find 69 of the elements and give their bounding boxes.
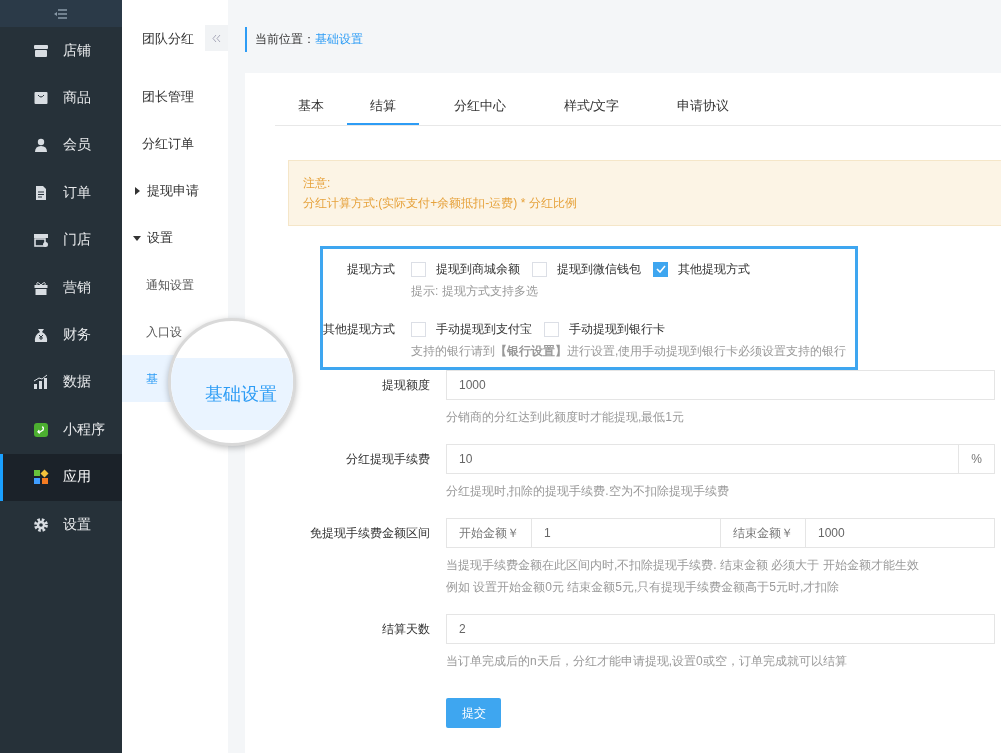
field-label: 免提现手续费金额区间 <box>309 525 431 542</box>
collapse-icon[interactable] <box>54 8 68 19</box>
help-text: 例如 设置开始金额0元 结束金额5元,只有提现手续费金额高于5元时,才扣除 <box>446 579 841 596</box>
document-icon <box>33 184 49 201</box>
blocks-icon <box>33 469 49 486</box>
sidebar-item[interactable]: 门店 <box>0 216 122 264</box>
input-field[interactable]: 2 <box>446 614 995 644</box>
checkbox-label: 手动提现到支付宝 <box>436 320 532 338</box>
field-label: 其他提现方式 <box>322 321 396 338</box>
range-input[interactable]: 开始金额￥ 1 结束金额￥ 1000 <box>446 518 995 548</box>
gift-icon <box>33 279 49 296</box>
checkbox-label: 提现到商城余额 <box>436 260 520 278</box>
help-text: 当订单完成后的n天后，分红才能申请提现,设置0或空，订单完成就可以结算 <box>446 653 848 670</box>
help-text: 分销商的分红达到此额度时才能提现,最低1元 <box>446 409 685 426</box>
subnav-item[interactable]: 团长管理 <box>122 73 228 120</box>
person-icon <box>33 137 49 154</box>
checkbox-label: 手动提现到银行卡 <box>569 320 665 338</box>
sidebar-item[interactable]: 会员 <box>0 121 122 170</box>
start-value: 1 <box>543 526 552 540</box>
sidebar-item[interactable]: 商品 <box>0 74 122 122</box>
money-bag-icon <box>33 327 49 344</box>
field-label: 提现额度 <box>381 377 431 394</box>
end-value: 1000 <box>817 526 846 540</box>
collapse-button[interactable] <box>205 25 228 51</box>
breadcrumb-label: 当前位置： <box>255 31 315 48</box>
input-field[interactable]: 1000 <box>446 370 995 400</box>
sidebar-item[interactable]: 财务 <box>0 311 122 359</box>
double-chevron-icon <box>212 33 221 43</box>
notice-title: 注意: <box>303 175 332 192</box>
bag-icon <box>33 90 49 107</box>
store-icon <box>33 42 49 59</box>
shop-icon <box>33 232 49 249</box>
check-icon <box>655 265 666 273</box>
input-field[interactable]: 10 % <box>446 444 995 474</box>
end-addon: 结束金额￥ <box>720 519 806 547</box>
subnav-item[interactable]: 入口设 <box>146 323 182 340</box>
subnav-group[interactable]: 设置 <box>122 214 228 261</box>
tab[interactable]: 样式/文字 <box>541 89 643 125</box>
bar-chart-icon <box>33 374 49 391</box>
tab[interactable]: 申请协议 <box>654 89 753 125</box>
checkbox[interactable] <box>653 261 668 277</box>
gear-icon <box>33 516 49 533</box>
field-label: 分红提现手续费 <box>345 451 431 468</box>
caret-icon <box>133 233 141 242</box>
sidebar-item[interactable]: 应用 <box>0 453 122 501</box>
field-label: 结算天数 <box>381 621 431 638</box>
magnified-label: 基础设置 <box>205 383 277 406</box>
tab[interactable]: 分红中心 <box>431 89 529 125</box>
subnav-title: 团队分红 <box>142 29 194 48</box>
field-label: 提现方式 <box>346 261 396 278</box>
help-text: 当提现手续费金额在此区间内时,不扣除提现手续费. 结束金额 必须大于 开始金额才能生效 <box>446 557 920 574</box>
caret-icon <box>133 186 141 195</box>
tab[interactable]: 基本 <box>275 89 347 125</box>
subnav-item[interactable]: 分红订单 <box>122 120 228 167</box>
sidebar-item[interactable]: 营销 <box>0 263 122 312</box>
notice-text: 分红计算方式:(实际支付+余额抵扣-运费) * 分红比例 <box>303 195 578 212</box>
help-text: 支持的银行请到【银行设置】进行设置,使用手动提现到银行卡必须设置支持的银行 <box>411 343 847 360</box>
subnav-group[interactable]: 提现申请 <box>122 167 228 214</box>
sidebar-item[interactable]: 设置 <box>0 500 122 549</box>
checkbox-label: 其他提现方式 <box>678 260 750 278</box>
sidebar-item[interactable]: 数据 <box>0 358 122 407</box>
tab[interactable]: 结算 <box>347 89 419 125</box>
subnav-item[interactable]: 通知设置 <box>146 276 194 293</box>
sidebar-item[interactable]: 小程序 <box>0 406 122 454</box>
sidebar-item[interactable]: 店铺 <box>0 27 122 75</box>
sidebar-item[interactable]: 订单 <box>0 169 122 217</box>
help-text: 提示: 提现方式支持多选 <box>411 283 539 300</box>
help-text: 分红提现时,扣除的提现手续费.空为不扣除提现手续费 <box>446 483 730 500</box>
checkbox-label: 提现到微信钱包 <box>557 260 641 278</box>
